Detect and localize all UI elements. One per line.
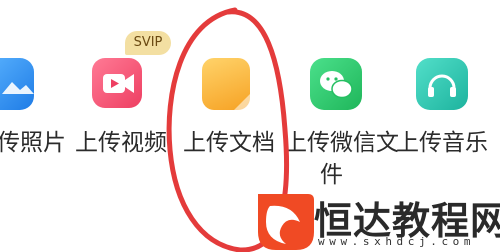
upload-document-button[interactable] [202,58,250,110]
upload-document-label: 上传文档 [183,130,275,156]
upload-wechat-file-label-line2: 件 [320,162,343,188]
watermark-url: www.sxhdcj.com [318,235,476,248]
wechat-icon [320,71,353,99]
photo-icon [2,82,34,94]
svip-badge: SVIP [125,31,171,55]
document-icon [234,94,250,110]
upload-video-label: 上传视频 [75,130,167,156]
video-icon [103,74,134,93]
fox-tail-logo [258,194,314,250]
upload-video-button[interactable] [92,58,142,108]
upload-music-label: 上传音乐 [396,130,488,156]
upload-music-button[interactable] [416,58,468,110]
upload-wechat-file-label: 上传微信文 [284,130,399,156]
upload-wechat-file-button[interactable] [310,58,362,110]
upload-photo-button[interactable] [0,58,34,110]
music-icon [428,74,456,97]
upload-photo-label: 传照片 [0,130,66,156]
